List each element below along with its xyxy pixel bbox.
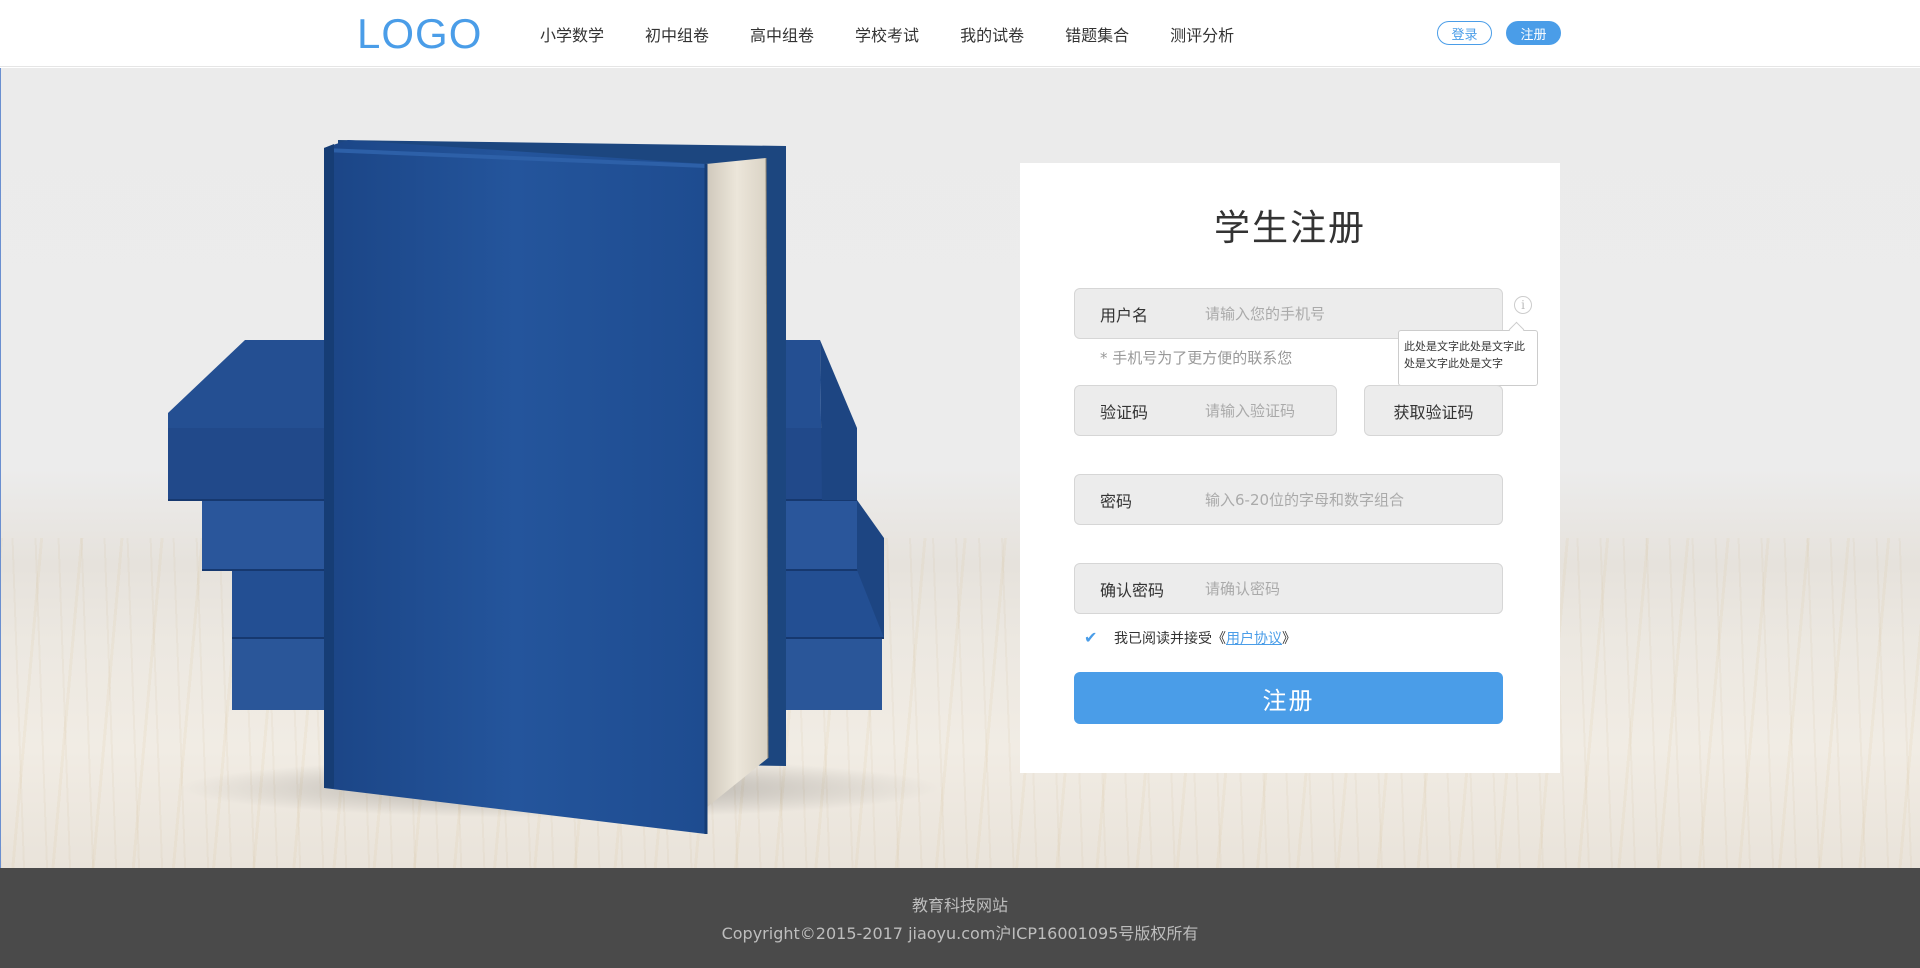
password-label: 密码 (1100, 491, 1133, 511)
password-field[interactable]: 密码 (1074, 474, 1503, 525)
confirm-password-label: 确认密码 (1100, 580, 1165, 600)
agreement-row: ✔ 我已阅读并接受《 用户协议》 (1084, 628, 1296, 648)
books-illustration (168, 140, 940, 834)
agree-suffix: 》 (1282, 631, 1296, 647)
info-icon[interactable]: i (1514, 296, 1532, 314)
book-front-cover (324, 140, 706, 834)
book-pages (706, 158, 768, 808)
username-hint: * 手机号为了更方便的联系您 (1100, 349, 1293, 367)
hero-section: 学生注册 用户名 i * 手机号为了更方便的联系您 此处是文字此处是文字此处是文… (0, 68, 1920, 868)
nav-item-senior-paper[interactable]: 高中组卷 (750, 22, 814, 46)
info-tooltip: 此处是文字此处是文字此处是文字此处是文字 (1398, 330, 1538, 386)
confirm-password-field[interactable]: 确认密码 (1074, 563, 1503, 614)
username-label: 用户名 (1100, 305, 1149, 325)
header-register-button[interactable]: 注册 (1506, 21, 1561, 45)
nav-item-analysis[interactable]: 测评分析 (1170, 22, 1234, 46)
code-field[interactable]: 验证码 (1074, 385, 1399, 436)
code-label: 验证码 (1100, 402, 1149, 422)
main-nav: 小学数学 初中组卷 高中组卷 学校考试 我的试卷 错题集合 测评分析 (540, 0, 1275, 67)
password-input[interactable] (1205, 475, 1502, 524)
agree-checkbox-check-icon[interactable]: ✔ (1084, 630, 1100, 646)
footer-copyright: Copyright©2015-2017 jiaoyu.com沪ICP160010… (721, 924, 1199, 943)
top-header: LOGO 小学数学 初中组卷 高中组卷 学校考试 我的试卷 错题集合 测评分析 … (0, 0, 1920, 67)
confirm-password-input[interactable] (1205, 564, 1502, 613)
get-code-button[interactable]: 获取验证码 (1364, 385, 1503, 436)
footer-title: 教育科技网站 (911, 896, 1008, 915)
user-agreement-link[interactable]: 用户协议 (1226, 628, 1282, 648)
nav-item-junior-paper[interactable]: 初中组卷 (645, 22, 709, 46)
nav-item-my-papers[interactable]: 我的试卷 (960, 22, 1024, 46)
footer: 教育科技网站 Copyright©2015-2017 jiaoyu.com沪IC… (0, 868, 1920, 968)
nav-item-mistakes[interactable]: 错题集合 (1065, 22, 1129, 46)
agree-prefix: 我已阅读并接受《 (1114, 631, 1226, 647)
register-card: 学生注册 用户名 i * 手机号为了更方便的联系您 此处是文字此处是文字此处是文… (1020, 163, 1560, 773)
register-submit-button[interactable]: 注册 (1074, 672, 1503, 724)
site-logo[interactable]: LOGO (357, 10, 482, 58)
nav-item-primary-math[interactable]: 小学数学 (540, 22, 604, 46)
register-title: 学生注册 (1213, 208, 1366, 249)
nav-item-school-exam[interactable]: 学校考试 (855, 22, 919, 46)
login-button[interactable]: 登录 (1437, 21, 1492, 45)
